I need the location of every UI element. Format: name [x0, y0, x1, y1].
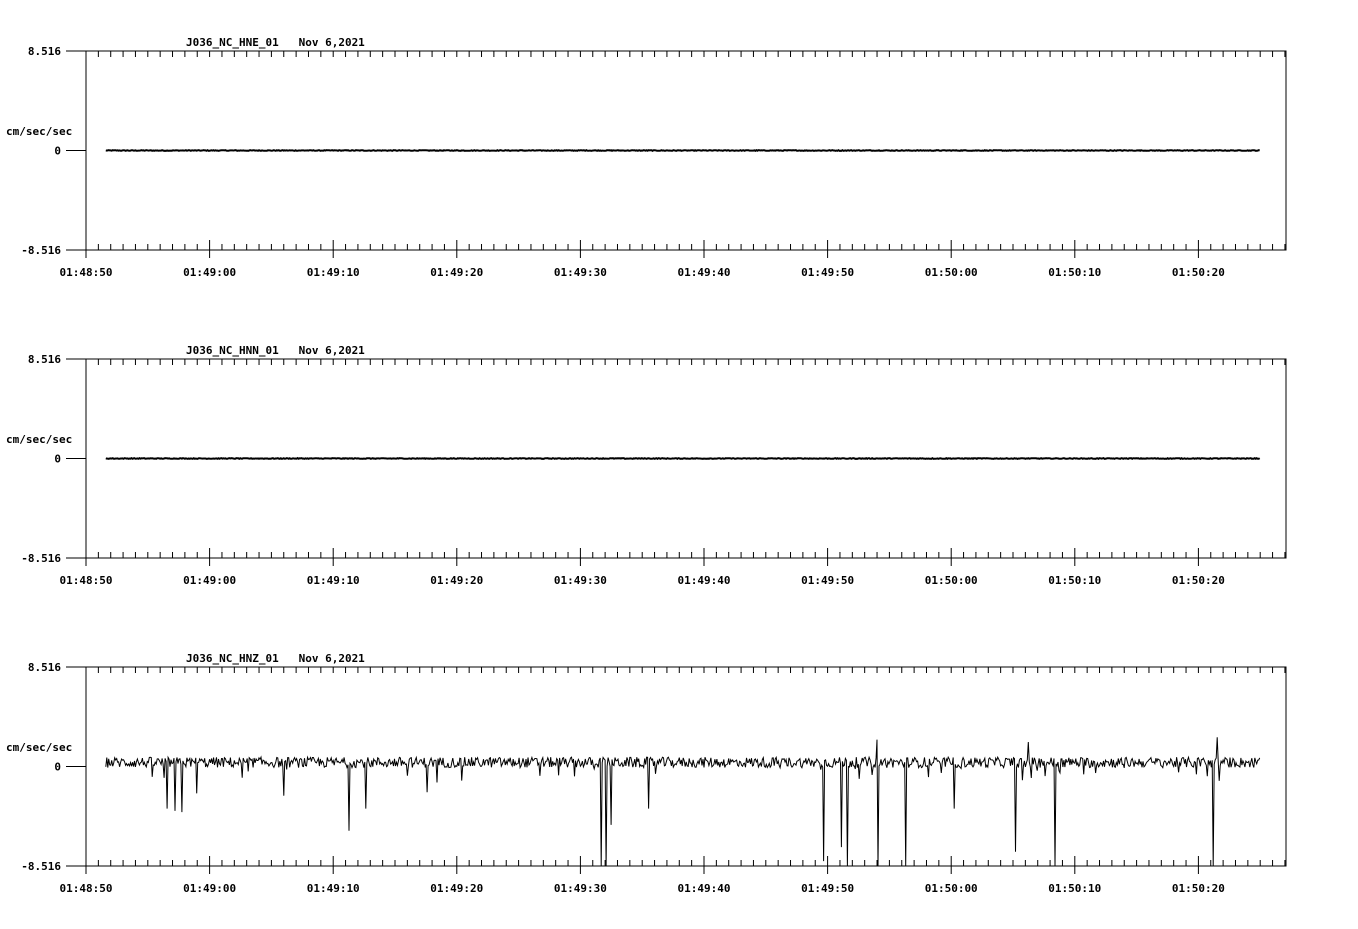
y-tick-label: 0: [54, 145, 61, 158]
x-tick-label: 01:48:50: [60, 574, 113, 587]
y-tick-label: 8.516: [28, 353, 61, 366]
x-tick-label: 01:50:10: [1048, 882, 1101, 895]
x-tick-label: 01:50:20: [1172, 574, 1225, 587]
x-tick-label: 01:49:20: [430, 266, 483, 279]
x-tick-label: 01:49:30: [554, 266, 607, 279]
x-tick-label: 01:48:50: [60, 266, 113, 279]
chart-title: J036_NC_HNE_01 Nov 6,2021: [186, 36, 365, 49]
x-tick-label: 01:50:00: [925, 574, 978, 587]
y-tick-label: 0: [54, 453, 61, 466]
x-tick-label: 01:49:40: [678, 882, 731, 895]
plot-frame: [85, 666, 1287, 867]
x-tick-label: 01:50:00: [925, 266, 978, 279]
y-tick-label: 8.516: [28, 45, 61, 58]
waveform-trace: [105, 456, 1261, 461]
y-tick-label: 8.516: [28, 661, 61, 674]
x-tick-label: 01:49:50: [801, 882, 854, 895]
waveform-trace: [105, 737, 1261, 867]
x-tick-label: 01:49:40: [678, 574, 731, 587]
x-tick-label: 01:49:00: [183, 574, 236, 587]
chart-title: J036_NC_HNZ_01 Nov 6,2021: [186, 652, 365, 665]
seismogram-figure: J036_NC_HNE_01 Nov 6,2021 cm/sec/sec 8.516…: [0, 0, 1358, 924]
chart-panel-2: J036_NC_HNN_01 Nov 6,2021 cm/sec/sec 8.516…: [6, 344, 1287, 587]
x-tick-label: 01:50:20: [1172, 266, 1225, 279]
chart-panel-3: J036_NC_HNZ_01 Nov 6,2021 cm/sec/sec 8.516…: [6, 652, 1287, 895]
chart-panel-1: J036_NC_HNE_01 Nov 6,2021 cm/sec/sec 8.516…: [6, 36, 1287, 279]
x-tick-label: 01:49:00: [183, 882, 236, 895]
x-tick-label: 01:49:20: [430, 574, 483, 587]
x-tick-label: 01:49:20: [430, 882, 483, 895]
y-axis-label: cm/sec/sec: [6, 125, 72, 138]
x-tick-label: 01:49:30: [554, 574, 607, 587]
y-axis-label: cm/sec/sec: [6, 741, 72, 754]
seismogram-svg: J036_NC_HNE_01 Nov 6,2021 cm/sec/sec 8.516…: [6, 36, 1287, 895]
waveform-trace: [105, 149, 1260, 152]
x-tick-label: 01:49:30: [554, 882, 607, 895]
x-tick-label: 01:49:10: [307, 266, 360, 279]
y-axis-label: cm/sec/sec: [6, 433, 72, 446]
x-tick-label: 01:49:40: [678, 266, 731, 279]
x-tick-label: 01:49:00: [183, 266, 236, 279]
x-tick-label: 01:49:10: [307, 574, 360, 587]
x-tick-label: 01:49:50: [801, 574, 854, 587]
y-tick-label: 0: [54, 761, 61, 774]
y-tick-label: -8.516: [21, 552, 61, 565]
x-tick-label: 01:49:10: [307, 882, 360, 895]
y-tick-label: -8.516: [21, 244, 61, 257]
y-tick-label: -8.516: [21, 860, 61, 873]
chart-title: J036_NC_HNN_01 Nov 6,2021: [186, 344, 365, 357]
x-tick-label: 01:48:50: [60, 882, 113, 895]
x-tick-label: 01:50:10: [1048, 266, 1101, 279]
x-tick-label: 01:49:50: [801, 266, 854, 279]
x-tick-label: 01:50:00: [925, 882, 978, 895]
x-tick-label: 01:50:10: [1048, 574, 1101, 587]
x-tick-label: 01:50:20: [1172, 882, 1225, 895]
